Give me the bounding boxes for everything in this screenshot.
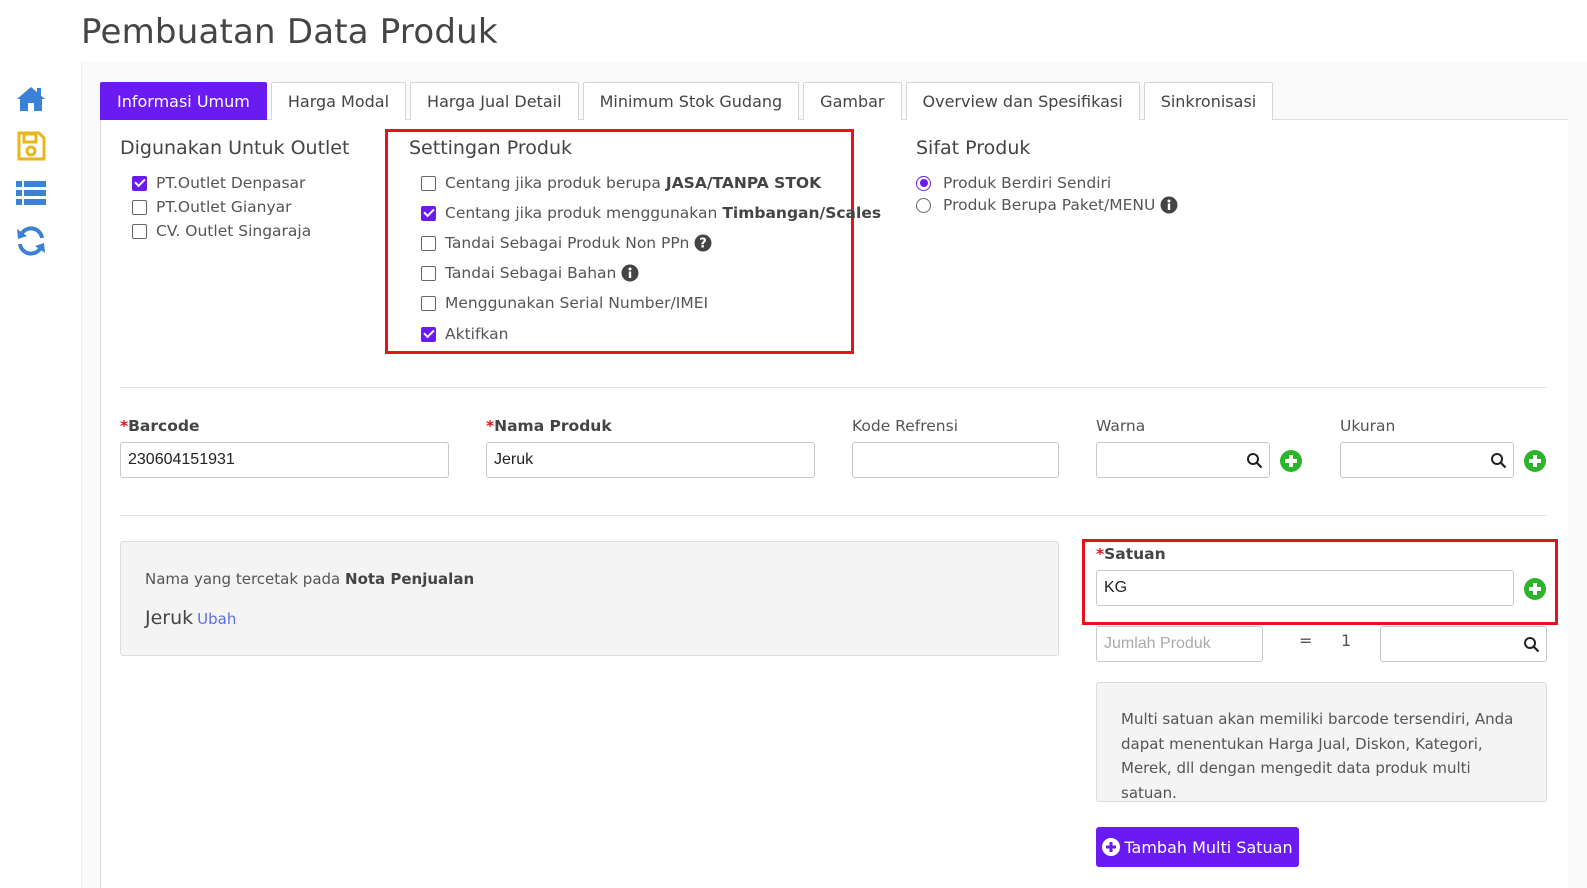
setting-label-bold: Timbangan/Scales (722, 204, 882, 222)
setting-label: Tandai Sebagai Produk Non PPn (445, 234, 690, 252)
ukuran-input[interactable] (1340, 442, 1514, 478)
warna-label: Warna (1096, 417, 1146, 435)
tab-harga-jual-detail[interactable]: Harga Jual Detail (410, 82, 579, 120)
add-satuan-button[interactable] (1524, 578, 1546, 600)
list-icon[interactable] (14, 176, 48, 210)
plus-circle-icon (1102, 838, 1121, 856)
checkbox[interactable] (421, 175, 436, 191)
tambah-multi-satuan-button[interactable]: Tambah Multi Satuan (1096, 827, 1299, 867)
sidebar (0, 62, 81, 888)
sifat-section-title: Sifat Produk (916, 137, 1031, 159)
nama-produk-input[interactable]: Jeruk (486, 442, 815, 478)
plus-circle-icon (1280, 450, 1302, 472)
checkbox[interactable] (132, 199, 147, 215)
divider (120, 515, 1547, 516)
divider (120, 387, 1547, 388)
warna-input[interactable] (1096, 442, 1270, 478)
tab-bar: Informasi Umum Harga Modal Harga Jual De… (100, 82, 1277, 120)
tab-sinkronisasi[interactable]: Sinkronisasi (1143, 82, 1274, 120)
search-icon[interactable] (1246, 452, 1263, 469)
info-circle-icon[interactable] (621, 264, 639, 282)
sifat-option-paket-menu[interactable]: Produk Berupa Paket/MENU (916, 196, 1178, 214)
setting-label-bold: JASA/TANPA STOK (665, 174, 822, 192)
checkbox[interactable] (421, 265, 436, 281)
button-label: Tambah Multi Satuan (1124, 837, 1293, 857)
checkbox-checked[interactable] (421, 205, 436, 221)
setting-timbangan-scales[interactable]: Centang jika produk menggunakan Timbanga… (421, 204, 881, 222)
radio[interactable] (916, 197, 931, 213)
satuan-conversion-input[interactable] (1380, 626, 1547, 662)
sifat-label: Produk Berdiri Sendiri (943, 174, 1112, 192)
checkbox[interactable] (132, 223, 147, 239)
outlet-label: CV. Outlet Singaraja (156, 222, 312, 240)
setting-label: Tandai Sebagai Bahan (445, 264, 617, 282)
conversion-one: 1 (1341, 631, 1352, 650)
search-icon[interactable] (1523, 636, 1540, 653)
multi-satuan-info: Multi satuan akan memiliki barcode terse… (1096, 682, 1547, 802)
nota-penjualan-box: Nama yang tercetak pada Nota Penjualan J… (120, 541, 1059, 656)
sifat-label: Produk Berupa Paket/MENU (943, 196, 1156, 214)
checkbox[interactable] (421, 295, 436, 311)
tab-minimum-stok-gudang[interactable]: Minimum Stok Gudang (582, 82, 800, 120)
outlet-checkbox-denpasar[interactable]: PT.Outlet Denpasar (132, 174, 305, 192)
setting-jasa-tanpa-stok[interactable]: Centang jika produk berupa JASA/TANPA ST… (421, 174, 821, 192)
satuan-input[interactable]: KG (1096, 570, 1514, 606)
radio-checked[interactable] (916, 175, 931, 191)
tab-overview-spesifikasi[interactable]: Overview dan Spesifikasi (905, 82, 1140, 120)
setting-serial-number[interactable]: Menggunakan Serial Number/IMEI (421, 294, 708, 312)
checkbox[interactable] (421, 235, 436, 251)
plus-circle-icon (1524, 450, 1546, 472)
setting-label: Centang jika produk berupa (445, 174, 661, 192)
setting-bahan[interactable]: Tandai Sebagai Bahan (421, 264, 639, 282)
save-icon[interactable] (14, 129, 48, 163)
tab-gambar[interactable]: Gambar (803, 82, 902, 120)
setting-label: Menggunakan Serial Number/IMEI (445, 294, 709, 312)
page-title: Pembuatan Data Produk (81, 12, 498, 52)
barcode-label: *Barcode (120, 417, 200, 435)
setting-aktifkan[interactable]: Aktifkan (421, 325, 508, 343)
jumlah-produk-input[interactable]: Jumlah Produk (1096, 626, 1263, 662)
ukuran-label: Ukuran (1340, 417, 1396, 435)
nama-produk-label: *Nama Produk (486, 417, 612, 435)
outlet-label: PT.Outlet Denpasar (156, 174, 306, 192)
settings-section-title: Settingan Produk (409, 137, 573, 159)
checkbox-checked[interactable] (421, 326, 436, 342)
info-circle-icon[interactable] (1160, 196, 1178, 214)
outlet-checkbox-singaraja[interactable]: CV. Outlet Singaraja (132, 222, 311, 240)
nota-product-name: Jeruk Ubah (145, 607, 237, 629)
kode-refrensi-input[interactable] (852, 442, 1059, 478)
barcode-input[interactable]: 230604151931 (120, 442, 449, 478)
tab-informasi-umum[interactable]: Informasi Umum (100, 82, 267, 120)
setting-label: Centang jika produk menggunakan (445, 204, 718, 222)
tab-harga-modal[interactable]: Harga Modal (270, 82, 407, 120)
refresh-icon[interactable] (14, 224, 48, 258)
ubah-link[interactable]: Ubah (197, 610, 236, 628)
add-warna-button[interactable] (1280, 450, 1302, 472)
search-icon[interactable] (1490, 452, 1507, 469)
svg-text:?: ? (700, 237, 708, 252)
home-icon[interactable] (14, 82, 48, 116)
equals-sign: = (1299, 631, 1313, 650)
satuan-label: *Satuan (1096, 545, 1166, 563)
checkbox-checked[interactable] (132, 175, 147, 191)
outlet-section-title: Digunakan Untuk Outlet (120, 137, 350, 159)
outlet-checkbox-gianyar[interactable]: PT.Outlet Gianyar (132, 198, 292, 216)
setting-non-ppn[interactable]: Tandai Sebagai Produk Non PPn ? (421, 234, 712, 252)
nota-description: Nama yang tercetak pada Nota Penjualan (145, 570, 475, 588)
sifat-option-berdiri-sendiri[interactable]: Produk Berdiri Sendiri (916, 174, 1111, 192)
setting-label: Aktifkan (445, 325, 509, 343)
plus-circle-icon (1524, 578, 1546, 600)
outlet-label: PT.Outlet Gianyar (156, 198, 292, 216)
add-ukuran-button[interactable] (1524, 450, 1546, 472)
kode-refrensi-label: Kode Refrensi (852, 417, 959, 435)
question-circle-icon[interactable]: ? (694, 234, 712, 252)
